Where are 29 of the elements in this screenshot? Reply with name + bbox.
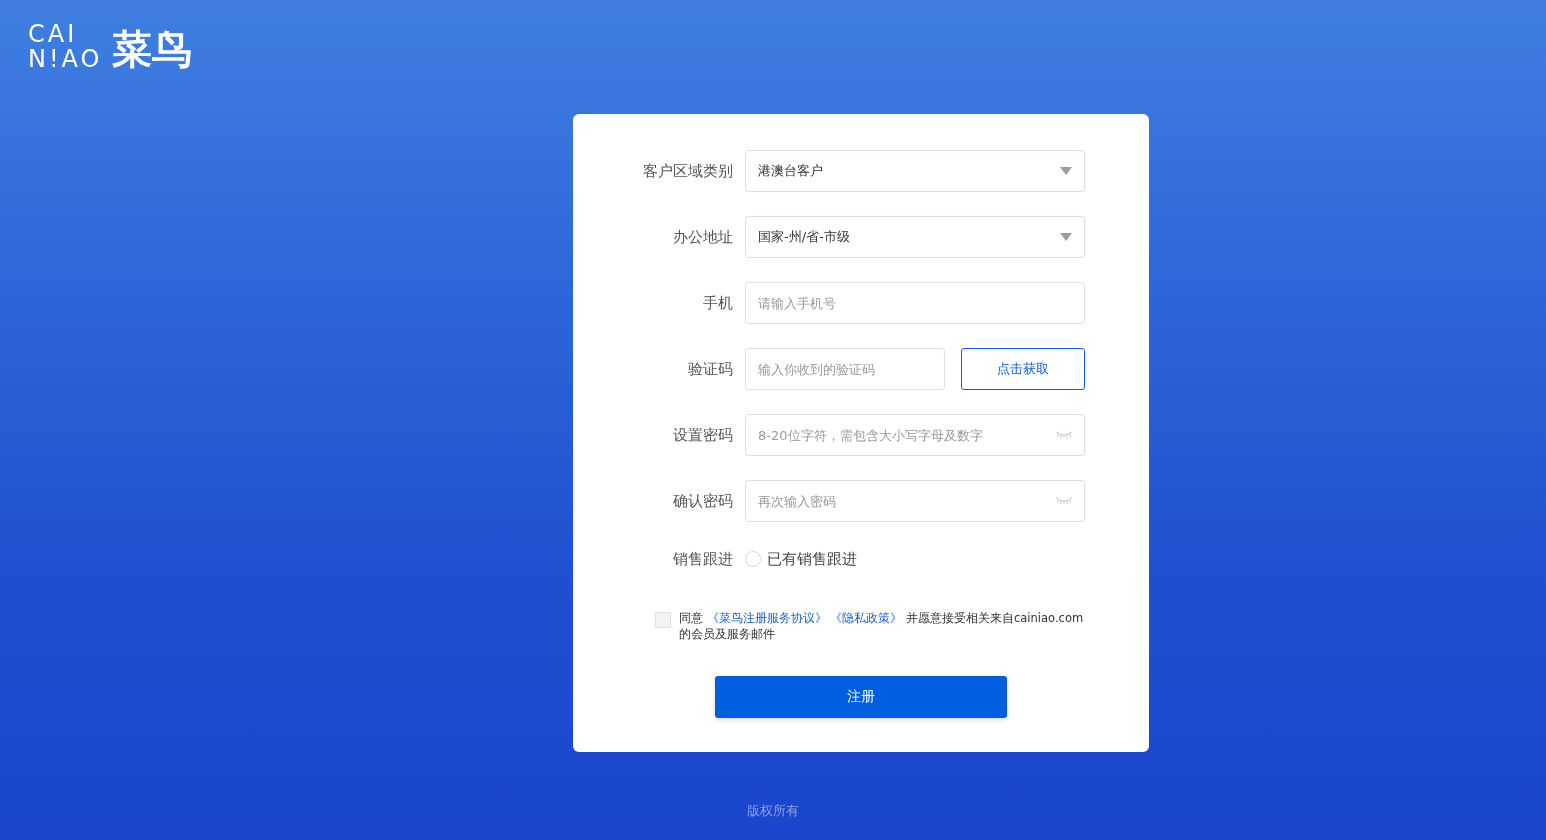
agreement-link[interactable]: 《隐私政策》	[830, 611, 903, 625]
logo-text: N!AO	[28, 47, 103, 72]
input-field[interactable]: 输入你收到的验证码	[745, 348, 945, 390]
field-label: 验证码	[688, 359, 733, 379]
field-label: 确认密码	[673, 491, 733, 511]
password-field[interactable]: 再次输入密码	[745, 480, 1085, 522]
field-label: 客户区域类别	[643, 161, 733, 181]
dropdown-caret-icon	[1060, 167, 1072, 175]
dropdown-caret-icon	[1060, 233, 1072, 241]
password-field[interactable]: 8-20位字符，需包含大小写字母及数字	[745, 414, 1085, 456]
copyright-text: 版权所有	[746, 802, 800, 820]
agreement-text: 同意 《菜鸟注册服务协议》 《隐私政策》 并愿意接受相关来自cainiao.com的会员及服务邮件	[679, 610, 1085, 642]
input-field[interactable]: 请输入手机号	[745, 282, 1085, 324]
field-label: 设置密码	[673, 425, 733, 445]
register-button[interactable]: 注册	[715, 676, 1007, 718]
closed-eye-icon[interactable]	[1055, 496, 1073, 506]
logo-text: 菜鸟	[112, 27, 193, 71]
closed-eye-icon[interactable]	[1055, 430, 1073, 440]
select-field[interactable]: 国家-州/省-市级	[745, 216, 1085, 258]
field-label: 办公地址	[673, 227, 733, 247]
radio-label[interactable]: 已有销售跟进	[767, 549, 857, 569]
checkbox[interactable]	[655, 612, 671, 628]
logo-text: CAI	[28, 22, 79, 47]
field-label: 手机	[703, 293, 733, 313]
radio-button[interactable]	[745, 551, 761, 567]
select-field[interactable]: 港澳台客户	[745, 150, 1085, 192]
get-code-button[interactable]: 点击获取	[961, 348, 1085, 390]
field-label: 销售跟进	[673, 549, 733, 569]
agreement-link[interactable]: 《菜鸟注册服务协议》	[706, 611, 827, 625]
